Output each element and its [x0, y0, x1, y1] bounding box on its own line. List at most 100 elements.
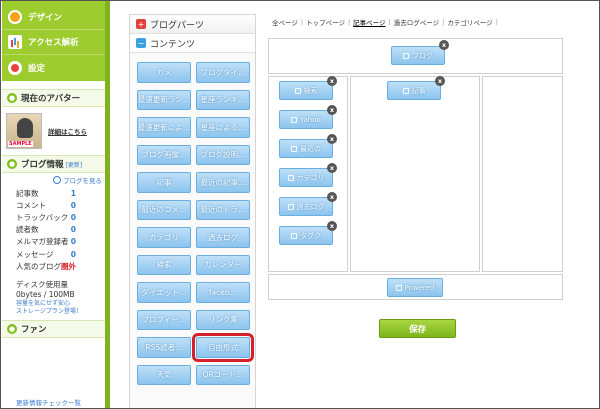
- disk-usage: ディスク使用量 0bytes / 100MB 容量を気にせず安心 ストレージプラ…: [2, 272, 110, 316]
- part-item[interactable]: 最速更新によ…: [137, 117, 191, 138]
- part-item[interactable]: 星座ランキ…: [196, 89, 250, 110]
- nav-settings[interactable]: 設定: [2, 55, 110, 80]
- parts-panel: + ブログパーツ − コンテンツ カメ ブログタイ… 最速更新ラン… 星座ランキ… 最速…: [129, 14, 256, 408]
- part-item[interactable]: カテゴリ: [137, 227, 191, 248]
- page-tab[interactable]: 過去ログページ: [391, 17, 442, 27]
- nav-access-label: アクセス解析: [28, 38, 79, 48]
- left-column-zone: 検索 x Yahoo x 最近の x カテゴリ x 過去ログ x タグク x: [268, 76, 348, 272]
- tab-separator: |: [495, 18, 498, 26]
- parts-grid: カメ ブログタイ… 最速更新ラン… 星座ランキ… 最速更新によ… 星座による… ブログ画像……: [137, 62, 254, 385]
- widget-icon: [291, 145, 297, 152]
- app-frame: デザイン アクセス解析 設定 ● 現在のアバター SAMPLE 詳細はこちら ●…: [0, 0, 600, 409]
- part-item[interactable]: カレンダー: [196, 254, 250, 275]
- close-icon[interactable]: x: [327, 134, 337, 144]
- widget-icon: [291, 232, 298, 239]
- widget-icon: [287, 203, 294, 210]
- part-item[interactable]: ブログ説明…: [196, 144, 250, 165]
- part-item[interactable]: 最近のコメ…: [137, 199, 191, 220]
- sidebar: デザイン アクセス解析 設定 ● 現在のアバター SAMPLE 詳細はこちら ●…: [2, 1, 110, 408]
- stat-value[interactable]: 0: [71, 213, 76, 222]
- close-icon[interactable]: x: [327, 163, 337, 173]
- layout-widget[interactable]: 最近の: [279, 139, 333, 158]
- plus-icon: +: [136, 19, 146, 29]
- part-item[interactable]: リンク集: [196, 309, 250, 330]
- update-check-link[interactable]: 更新情報チェック一覧: [16, 397, 81, 407]
- disk-note-2[interactable]: ストレージプラン登場！: [16, 308, 110, 316]
- stat-row: 記事数 1: [16, 187, 76, 199]
- part-item[interactable]: プロフィー…: [137, 309, 191, 330]
- panel-bullet-icon: ●: [7, 324, 17, 335]
- stat-value[interactable]: 0: [71, 237, 76, 246]
- page-tab[interactable]: 全ページ: [269, 17, 301, 27]
- blog-info-update-link[interactable]: [更新]: [66, 160, 83, 169]
- part-item[interactable]: カメ: [137, 62, 191, 83]
- part-item[interactable]: QRコード…: [196, 364, 250, 385]
- close-icon[interactable]: x: [439, 40, 449, 50]
- close-icon[interactable]: x: [327, 221, 337, 231]
- fan-panel: ● ファン: [2, 320, 110, 339]
- part-free-format[interactable]: 自由形式: [192, 333, 254, 362]
- close-icon[interactable]: x: [327, 192, 337, 202]
- stat-value[interactable]: 圏外: [61, 261, 76, 272]
- widget-icon: [294, 87, 301, 94]
- nav-access-analysis[interactable]: アクセス解析: [2, 30, 110, 55]
- stat-value[interactable]: 0: [71, 225, 76, 234]
- view-blog-link[interactable]: ブログを見る: [2, 173, 110, 187]
- part-item[interactable]: 天気: [137, 364, 191, 385]
- stat-value[interactable]: 0: [71, 250, 76, 259]
- arrow-circle-icon: [53, 176, 61, 184]
- part-item[interactable]: 最近の記事…: [196, 172, 250, 193]
- stat-value[interactable]: 0: [71, 201, 76, 210]
- part-item[interactable]: 最速更新ラン…: [137, 89, 191, 110]
- blog-parts-header[interactable]: + ブログパーツ: [130, 15, 255, 34]
- footer-widget[interactable]: Powered: [387, 278, 443, 297]
- top-nav: デザイン アクセス解析 設定: [2, 1, 110, 81]
- stat-row: メッセージ 0: [16, 248, 76, 260]
- header-widget[interactable]: ブログ: [391, 46, 445, 65]
- header-zone: ブログ x: [268, 38, 563, 74]
- stat-label: トラックバック: [16, 212, 69, 222]
- close-icon[interactable]: x: [327, 76, 337, 86]
- blog-info-panel: ● ブログ情報 [更新] ブログを見る 記事数 1 コメント 0 トラックバック 0 読者数…: [2, 155, 110, 316]
- layout-widget[interactable]: Yahoo: [279, 110, 333, 129]
- part-item[interactable]: 検索: [137, 254, 191, 275]
- avatar[interactable]: SAMPLE: [6, 113, 42, 149]
- blog-stats: 記事数 1 コメント 0 トラックバック 0 読者数 0 メルマガ登録者 0 メッセージ 0 人気のブロ…: [2, 187, 110, 272]
- part-item[interactable]: faceb…: [196, 282, 250, 303]
- widget-icon: [291, 116, 298, 123]
- layout-widget[interactable]: タグク: [279, 226, 333, 245]
- part-item[interactable]: 過去ログ: [196, 227, 250, 248]
- stat-value[interactable]: 1: [71, 189, 76, 198]
- contents-header[interactable]: − コンテンツ: [130, 34, 255, 53]
- sidebar-rail: [105, 1, 110, 408]
- layout-widget[interactable]: カテゴリ: [279, 168, 333, 187]
- center-widget[interactable]: 記事: [387, 81, 441, 100]
- panel-bullet-icon: ●: [7, 159, 17, 169]
- stat-label: 読者数: [16, 225, 39, 235]
- part-item[interactable]: RSS読者…: [137, 337, 191, 358]
- nav-design[interactable]: デザイン: [2, 5, 110, 30]
- part-item[interactable]: ブログタイ…: [196, 62, 250, 83]
- avatar-details-link[interactable]: 詳細はこちら: [48, 126, 87, 136]
- page-tab[interactable]: トップページ: [303, 17, 348, 27]
- part-item[interactable]: 記事: [137, 172, 191, 193]
- page-tab[interactable]: カテゴリページ: [444, 17, 495, 27]
- layout-editor: 全ページ | トップページ | 記事ページ | 過去ログページ | カテゴリページ | ブログ x…: [263, 14, 599, 408]
- layout-widget[interactable]: 過去ログ: [279, 197, 333, 216]
- save-button[interactable]: 保存: [379, 319, 456, 338]
- part-item[interactable]: 最近のトラ…: [196, 199, 250, 220]
- part-item[interactable]: ブログ画像…: [137, 144, 191, 165]
- part-item[interactable]: ダイエット…: [137, 282, 191, 303]
- avatar-panel: ● 現在のアバター SAMPLE 詳細はこちら: [2, 89, 110, 155]
- layout-widget[interactable]: 検索: [279, 81, 333, 100]
- stat-label: コメント: [16, 200, 46, 210]
- part-item[interactable]: 星座による…: [196, 117, 250, 138]
- close-icon[interactable]: x: [327, 105, 337, 115]
- stat-label: 人気のブログ: [16, 261, 61, 271]
- stat-label: 記事数: [16, 188, 39, 198]
- palette-icon: [8, 10, 22, 24]
- blog-info-title: ● ブログ情報 [更新]: [2, 155, 110, 173]
- stat-row: メルマガ登録者 0: [16, 236, 76, 248]
- page-tab[interactable]: 記事ページ: [350, 17, 388, 27]
- close-icon[interactable]: x: [435, 76, 445, 86]
